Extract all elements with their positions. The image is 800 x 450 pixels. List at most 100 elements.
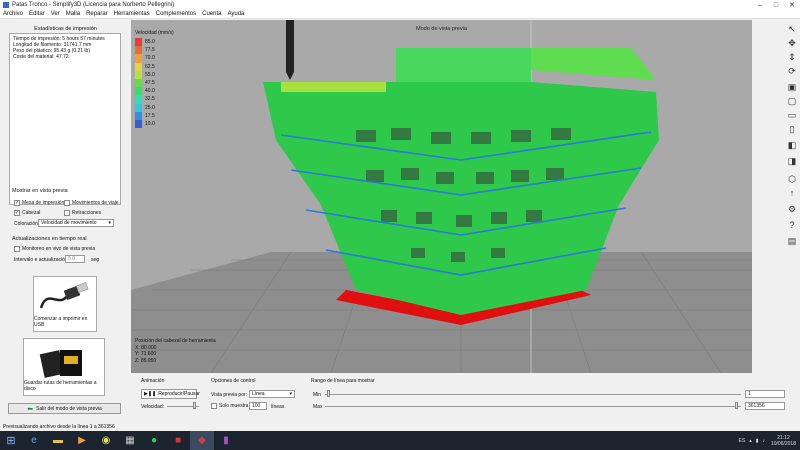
toolhead-title: Posición del cabezal de herramienta (135, 338, 216, 344)
coloring-select[interactable]: Velocidad de movimiento (38, 219, 114, 227)
legend-value: 85.0 (145, 39, 155, 46)
legend-value: 25.0 (145, 104, 155, 111)
min-slider-track[interactable] (325, 394, 741, 395)
menu-reparar[interactable]: Reparar (86, 11, 108, 17)
max-line-input[interactable]: 361356 (745, 402, 785, 410)
rotate-icon[interactable]: ⟳ (785, 64, 799, 78)
front-view-icon[interactable]: ▭ (785, 108, 799, 122)
viewport-title: Modo de vista previa (416, 26, 467, 32)
checkbox-box[interactable] (211, 403, 217, 409)
side-view-icon[interactable]: ▯ (785, 122, 799, 136)
menu-archivo[interactable]: Archivo (3, 11, 23, 17)
toolhead-position: Posición del cabezal de herramienta X: 8… (135, 338, 216, 364)
checkbox-toolhead[interactable]: ✓ Cabezal (14, 210, 40, 216)
network-icon[interactable]: ▮ (756, 438, 759, 444)
maximize-button[interactable]: □ (768, 0, 784, 10)
legend-swatch (135, 103, 142, 112)
checkbox-live-monitor[interactable]: Monitoreo en vivo de vista previa (14, 246, 95, 252)
menu-complementos[interactable]: Complementos (156, 11, 196, 17)
usb-print-button[interactable]: Comenzar a imprimir en USB (33, 276, 97, 332)
line-range-title: Rango de línea para mostrar (311, 378, 375, 384)
checkbox-box[interactable]: ✓ (14, 200, 20, 206)
close-button[interactable]: ✕ (784, 0, 800, 10)
legend-value: 70.0 (145, 55, 155, 62)
spotify-icon[interactable]: ● (142, 431, 166, 450)
exit-preview-button[interactable]: ⬅ Salir del modo de vista previa (8, 403, 121, 414)
help-icon[interactable]: ? (785, 218, 799, 232)
legend-value: 55.0 (145, 71, 155, 78)
play-pause-button[interactable]: ▶❚❚ Reproducir/Pausar (141, 389, 200, 399)
menu-ayuda[interactable]: Ayuda (227, 11, 244, 17)
speed-slider-thumb[interactable] (193, 402, 196, 409)
windows-start-icon[interactable]: ⊞ (0, 431, 22, 450)
checkbox-box[interactable]: ✓ (14, 210, 20, 216)
ie-icon[interactable]: e (22, 431, 46, 450)
legend-title: Velocidad (mm/s) (135, 30, 174, 36)
control-options-title: Opciones de control (211, 378, 256, 384)
menu-ver[interactable]: Ver (51, 11, 60, 17)
menu-cuenta[interactable]: Cuenta (202, 11, 221, 17)
legend-row: 47.5 (135, 78, 174, 88)
legend-swatch (135, 62, 142, 71)
top-view-icon[interactable]: ▢ (785, 94, 799, 108)
min-slider-thumb[interactable] (327, 390, 330, 397)
section-view-icon[interactable]: ⬡ (785, 172, 799, 186)
single-layer-input[interactable]: 100 (249, 402, 267, 410)
checkbox-travel-moves[interactable]: Movimientos de viaje (64, 200, 119, 206)
app-red-icon[interactable]: ■ (166, 431, 190, 450)
chart-icon[interactable]: ▤ (785, 234, 799, 248)
coloring-label: Coloración (14, 221, 38, 227)
legend-row: 85.0 (135, 38, 174, 47)
interval-input[interactable]: 5.0 (65, 255, 85, 263)
save-to-disk-label: Guardar rutas de herramientas a disco (24, 380, 97, 392)
legend-swatch (135, 54, 142, 63)
checkbox-retractions[interactable]: Retracciones (64, 210, 101, 216)
language-indicator[interactable]: ES (739, 438, 746, 444)
checkbox-box[interactable] (64, 200, 70, 206)
max-slider-track[interactable] (325, 406, 741, 407)
legend-value: 40.0 (145, 88, 155, 95)
stats-line: Coste del material: 47.72 (13, 54, 69, 60)
folder-icon[interactable]: ▬ (46, 431, 70, 450)
max-slider-thumb[interactable] (735, 402, 738, 409)
pan-icon[interactable]: ⇕ (785, 50, 799, 64)
legend-swatch (135, 78, 142, 88)
minimize-button[interactable]: – (752, 0, 768, 10)
simplify3d-taskbar-icon[interactable]: ◆ (190, 431, 214, 450)
legend-swatch (135, 95, 142, 104)
left-view-icon[interactable]: ◧ (785, 138, 799, 152)
cube-view-icon[interactable]: ▣ (785, 80, 799, 94)
realtime-section-title: Actualizaciones en tiempo real (12, 236, 87, 242)
volume-icon[interactable]: ♪ (762, 438, 765, 444)
save-to-disk-button[interactable]: Guardar rutas de herramientas a disco (23, 338, 105, 396)
single-layer-checkbox[interactable]: Solo muestra (211, 403, 248, 409)
legend-row: 77.5 (135, 46, 174, 55)
sd-card-icon (39, 350, 82, 378)
menu-herramientas[interactable]: Herramientas (114, 11, 150, 17)
menu-malla[interactable]: Malla (66, 11, 80, 17)
legend-swatch (135, 119, 142, 129)
checkbox-box[interactable] (64, 210, 70, 216)
interval-label: Intervalo e actualización (14, 257, 68, 263)
media-player-icon[interactable]: ▶ (70, 431, 94, 450)
legend-value: 77.5 (145, 47, 155, 54)
tray-arrow-icon[interactable]: ▴ (749, 438, 752, 444)
legend-value: 17.5 (145, 112, 155, 119)
axes-icon[interactable]: ↑ (785, 186, 799, 200)
settings-gear-icon[interactable]: ⚙ (785, 202, 799, 216)
preview-by-select[interactable]: Línea (249, 390, 295, 398)
bottom-view-icon[interactable]: ◨ (785, 154, 799, 168)
chrome-icon[interactable]: ◉ (94, 431, 118, 450)
calculator-icon[interactable]: ▦ (118, 431, 142, 450)
move-icon[interactable]: ✥ (785, 36, 799, 50)
winrar-icon[interactable]: ▮ (214, 431, 238, 450)
min-line-input[interactable]: 1 (745, 390, 785, 398)
clock[interactable]: 21:12 10/06/2018 (771, 435, 796, 447)
toolhead-z: Z: 85.050 (135, 357, 157, 364)
checkbox-box[interactable] (14, 246, 20, 252)
legend-value: 62.5 (145, 63, 155, 70)
checkbox-print-bed[interactable]: ✓ Mesa de impresión (14, 200, 64, 206)
select-cursor-icon[interactable]: ↖ (785, 22, 799, 36)
preview-viewport[interactable]: Modo de vista previa Velocidad (mm/s) 85… (131, 20, 752, 373)
menu-editar[interactable]: Editar (29, 11, 45, 17)
